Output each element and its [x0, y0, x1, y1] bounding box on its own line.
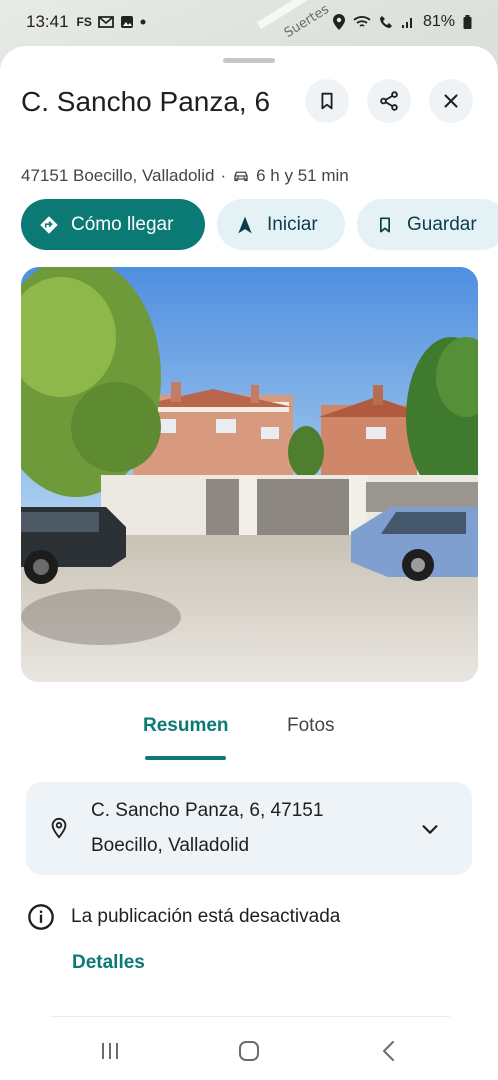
close-icon — [444, 94, 458, 108]
street-view-image — [21, 267, 478, 682]
chevron-down-icon[interactable] — [419, 818, 441, 840]
back-icon — [383, 1041, 394, 1061]
tab-overview[interactable]: Resumen — [143, 715, 229, 737]
address-line-1: C. Sancho Panza, 6, 47151 — [91, 800, 324, 821]
bookmark-icon — [321, 92, 333, 110]
address-line-2: Boecillo, Valladolid — [91, 835, 250, 856]
street-view-photo[interactable] — [21, 267, 478, 682]
signal-icon — [401, 18, 412, 28]
address-card[interactable]: C. Sancho Panza, 6, 47151 Boecillo, Vall… — [26, 782, 472, 875]
battery-icon — [463, 15, 472, 29]
gmail-icon — [97, 16, 114, 28]
subtitle-separator: · — [220, 166, 227, 185]
tabs: Resumen Fotos — [0, 701, 498, 761]
directions-icon — [40, 215, 58, 234]
status-time: 13:41 — [26, 12, 69, 31]
location-icon — [332, 14, 345, 30]
car-icon — [234, 171, 248, 182]
listing-notice: La publicación está desactivada — [27, 903, 340, 931]
save-place-button[interactable] — [305, 79, 349, 123]
tab-photos[interactable]: Fotos — [287, 715, 335, 737]
info-icon — [28, 904, 54, 930]
drag-handle[interactable] — [223, 58, 275, 63]
battery-percentage: 81% — [422, 13, 455, 30]
place-sheet: C. Sancho Panza, 6 47151 Boecillo, Valla… — [0, 46, 498, 1080]
bookmark-icon — [380, 217, 390, 232]
start-label: Iniciar — [267, 213, 318, 235]
active-tab-indicator — [145, 756, 226, 760]
place-location: 47151 Boecillo, Valladolid — [21, 166, 215, 185]
directions-label: Cómo llegar — [71, 213, 174, 235]
divider — [50, 1016, 450, 1017]
recent-apps-icon — [102, 1043, 118, 1059]
system-navigation-bar — [0, 1026, 498, 1080]
gallery-icon — [120, 16, 133, 28]
directions-button[interactable]: Cómo llegar — [21, 199, 205, 250]
navigation-arrow-icon — [238, 216, 252, 233]
location-pin-icon — [51, 817, 67, 839]
back-button[interactable] — [374, 1036, 404, 1066]
call-icon — [379, 16, 392, 28]
place-subtitle: 47151 Boecillo, Valladolid · 6 h y 51 mi… — [21, 166, 349, 186]
details-link[interactable]: Detalles — [72, 952, 145, 974]
place-title: C. Sancho Panza, 6 — [21, 86, 271, 117]
home-button[interactable] — [234, 1036, 264, 1066]
dot-icon — [140, 19, 146, 25]
panorama-360-icon — [41, 641, 478, 682]
save-button[interactable]: Guardar — [357, 199, 498, 250]
share-icon — [380, 91, 398, 111]
notice-text: La publicación está desactivada — [71, 906, 341, 927]
home-icon — [239, 1041, 259, 1061]
status-system-icons: 81% — [332, 13, 472, 31]
fs-icon: FS — [76, 15, 92, 29]
start-navigation-button[interactable]: Iniciar — [217, 199, 345, 250]
travel-time: 6 h y 51 min — [256, 166, 349, 185]
wifi-icon — [353, 16, 371, 27]
share-button[interactable] — [367, 79, 411, 123]
save-label: Guardar — [407, 213, 477, 235]
status-bar: 13:41 FS 81% — [0, 0, 498, 44]
status-notification-icons: FS — [77, 15, 146, 29]
action-buttons: Cómo llegar Iniciar Guardar — [21, 199, 498, 250]
close-button[interactable] — [429, 79, 473, 123]
recent-apps-button[interactable] — [95, 1036, 125, 1066]
